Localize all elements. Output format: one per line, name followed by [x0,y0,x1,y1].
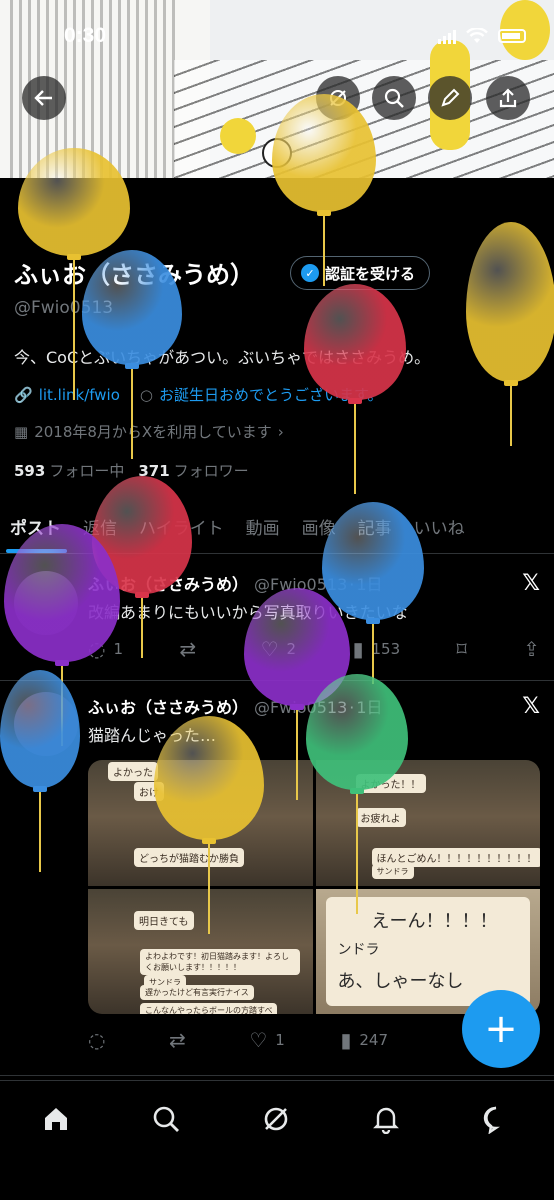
post-actions: ◌ ⇄ ♡ 1 ▮ 247 [88,1028,388,1052]
battery-icon [498,29,526,43]
balloon [154,716,264,934]
media-caption: えーん！！！！ [371,910,498,932]
views-icon: ▮ [340,1028,352,1052]
share-post-button[interactable]: ⇪ [523,637,540,661]
search-icon [384,88,404,108]
nav-home[interactable] [36,1099,76,1139]
bottom-navigation [0,1080,554,1200]
compose-post-button[interactable]: + [462,990,540,1068]
media-caption: こんなんやったらボールの方踏すべ [140,1002,278,1014]
like-count: 1 [275,1031,285,1049]
nav-search[interactable] [146,1099,186,1139]
chevron-right-icon: › [277,422,284,441]
status-time: 0:30 [64,24,107,47]
calendar-icon: ▦ [14,422,29,441]
media-caption: ンドラ [337,941,380,958]
balloon [82,250,182,459]
home-icon [45,1108,67,1130]
tab-videos[interactable]: 動画 [236,500,292,553]
share-button[interactable] [486,76,530,120]
nav-grok[interactable] [256,1099,296,1139]
media-caption: 遅かったけど有言実行ナイス [140,984,254,1000]
bookmark-button[interactable]: ⌑ [457,637,467,661]
reply-button[interactable]: ◌ [88,1028,113,1052]
plus-icon: + [484,1006,518,1052]
like-button[interactable]: ♡ 1 [249,1028,284,1052]
status-bar: 0:30 [0,20,554,56]
balloon [466,222,554,446]
balloon [304,284,406,494]
balloon [272,94,376,286]
edit-button[interactable] [428,76,472,120]
status-icons [438,28,526,44]
search-button[interactable] [372,76,416,120]
x-logo-icon: 𝕏 [522,571,540,596]
balloon [0,670,80,872]
share-icon [499,88,517,108]
bookmark-icon: ⌑ [456,637,467,661]
media-caption: よかった [108,762,158,781]
grok-icon [264,1107,288,1131]
heart-icon: ♡ [249,1028,268,1052]
views-button[interactable]: ▮ 247 [340,1028,388,1052]
arrow-left-icon [34,90,52,106]
banner-figure [220,118,256,154]
views-count: 247 [359,1031,388,1049]
media-caption: よわよわです！初日猫踏みます！よろしくお願いします！！！！！ [140,948,300,975]
retweet-icon: ⇄ [169,1028,186,1052]
nav-notifications[interactable] [366,1099,406,1139]
notifications-icon [373,1107,399,1134]
signal-icon [438,28,456,44]
share-icon: ⇪ [523,637,540,661]
messages-icon [483,1106,500,1134]
balloon [306,674,408,914]
retweet-button[interactable]: ⇄ [169,1028,194,1052]
wifi-icon [466,28,488,43]
search-icon [153,1106,179,1132]
x-logo-icon: 𝕏 [522,694,540,719]
back-button[interactable] [22,76,66,120]
media-caption: あ、しゃーなし [337,970,464,992]
following-count: 593 [14,462,46,480]
edit-icon [441,88,460,107]
reply-icon: ◌ [88,1028,106,1052]
nav-messages[interactable] [476,1099,516,1139]
